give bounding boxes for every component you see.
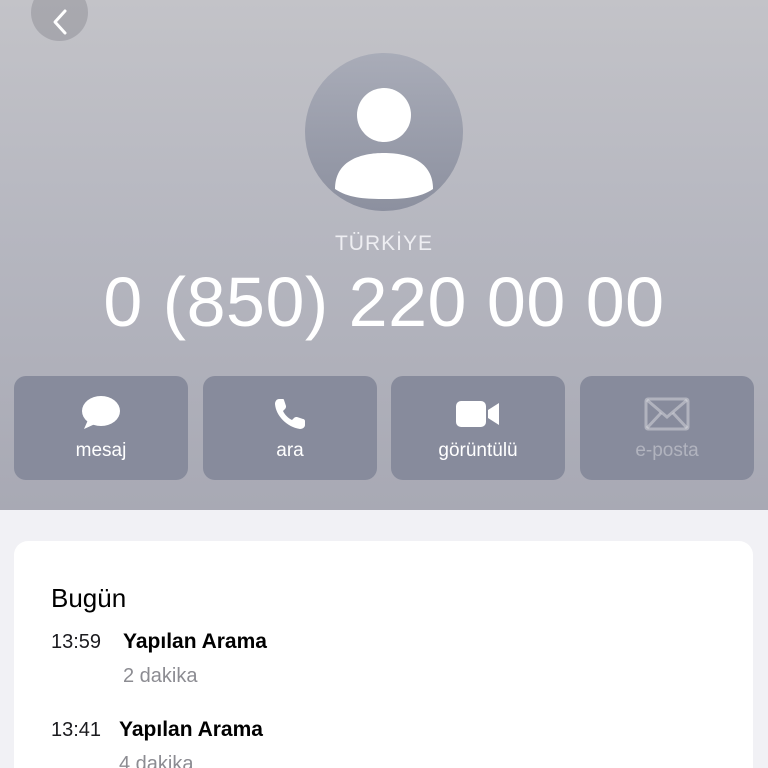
call-time: 13:41 <box>51 719 102 741</box>
call-button[interactable]: ara <box>203 376 377 480</box>
message-button-label: mesaj <box>75 440 127 461</box>
contact-country: TÜRKİYE <box>334 232 433 255</box>
phone-icon <box>275 399 305 429</box>
contact-header: TÜRKİYE 0 (850) 220 00 00 mesaj ara görü… <box>0 0 768 510</box>
call-time: 13:59 <box>51 631 102 653</box>
person-silhouette-icon <box>335 88 433 199</box>
contact-phone-number[interactable]: 0 (850) 220 00 00 <box>0 262 768 342</box>
call-button-label: ara <box>276 440 304 461</box>
chevron-left-icon <box>53 9 66 34</box>
email-button-label: e-posta <box>635 440 699 461</box>
call-history-day: Bugün <box>51 583 127 613</box>
message-bubble-icon <box>82 396 120 429</box>
envelope-icon <box>644 397 690 431</box>
email-button[interactable]: e-posta <box>580 376 754 480</box>
call-type: Yapılan Arama <box>123 630 267 653</box>
call-type: Yapılan Arama <box>119 718 263 741</box>
call-duration: 4 dakika <box>119 753 194 768</box>
video-call-button[interactable]: görüntülü <box>391 376 565 480</box>
call-duration: 2 dakika <box>123 665 198 687</box>
video-call-button-label: görüntülü <box>438 440 518 461</box>
contact-avatar <box>305 53 463 211</box>
message-button[interactable]: mesaj <box>14 376 188 480</box>
call-history-card: Bugün 13:59 Yapılan Arama 2 dakika 13:41… <box>14 541 753 768</box>
video-camera-icon <box>456 401 499 427</box>
back-button[interactable] <box>31 0 88 41</box>
action-buttons-row: mesaj ara görüntülü e-posta <box>0 376 768 480</box>
